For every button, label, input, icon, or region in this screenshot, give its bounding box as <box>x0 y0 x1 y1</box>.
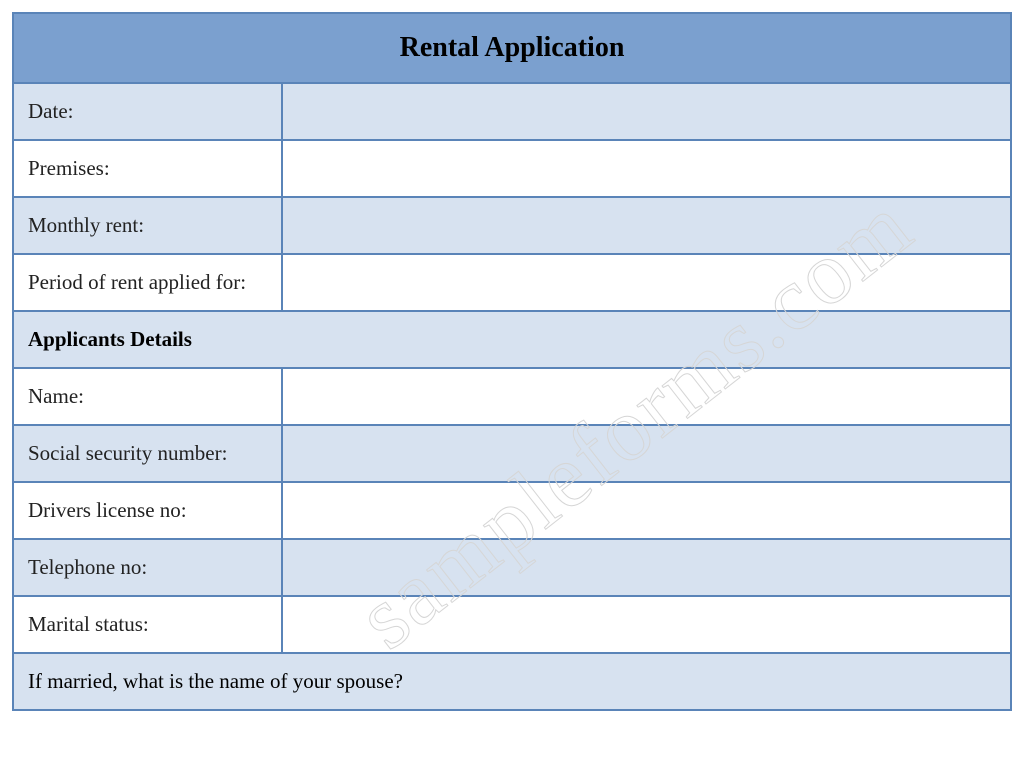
row-telephone: Telephone no: <box>14 540 1010 597</box>
label-ssn: Social security number: <box>14 426 283 481</box>
row-monthly-rent: Monthly rent: <box>14 198 1010 255</box>
row-drivers-license: Drivers license no: <box>14 483 1010 540</box>
label-telephone: Telephone no: <box>14 540 283 595</box>
label-period: Period of rent applied for: <box>14 255 283 310</box>
row-ssn: Social security number: <box>14 426 1010 483</box>
row-period: Period of rent applied for: <box>14 255 1010 312</box>
value-date[interactable] <box>283 84 1010 139</box>
value-telephone[interactable] <box>283 540 1010 595</box>
row-marital-status: Marital status: <box>14 597 1010 654</box>
section-applicants-details: Applicants Details <box>14 312 1010 369</box>
value-name[interactable] <box>283 369 1010 424</box>
value-monthly-rent[interactable] <box>283 198 1010 253</box>
value-ssn[interactable] <box>283 426 1010 481</box>
row-name: Name: <box>14 369 1010 426</box>
value-drivers-license[interactable] <box>283 483 1010 538</box>
row-date: Date: <box>14 84 1010 141</box>
row-spouse-question: If married, what is the name of your spo… <box>14 654 1010 709</box>
rental-application-form: Rental Application Date: Premises: Month… <box>12 12 1012 711</box>
label-marital-status: Marital status: <box>14 597 283 652</box>
value-premises[interactable] <box>283 141 1010 196</box>
label-drivers-license: Drivers license no: <box>14 483 283 538</box>
value-marital-status[interactable] <box>283 597 1010 652</box>
label-premises: Premises: <box>14 141 283 196</box>
form-title: Rental Application <box>14 14 1010 84</box>
value-period[interactable] <box>283 255 1010 310</box>
label-date: Date: <box>14 84 283 139</box>
row-premises: Premises: <box>14 141 1010 198</box>
label-name: Name: <box>14 369 283 424</box>
label-monthly-rent: Monthly rent: <box>14 198 283 253</box>
